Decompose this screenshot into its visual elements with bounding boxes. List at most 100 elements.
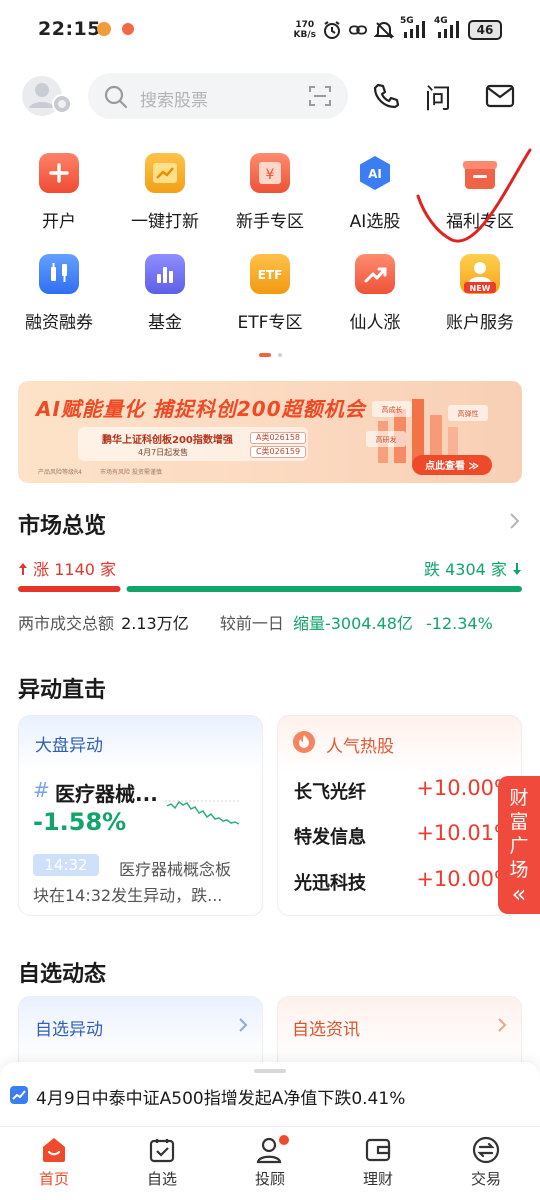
tab-label: 首页 [38,1170,69,1188]
banner-fund-box: 鹏华上证科创板200指数增强 4月7日起发售 A类026158 C类026159 [78,427,308,461]
banner-title: AI赋能量化 捕捉科创200超额机会 [36,397,366,421]
etf-icon: ETF [250,254,290,294]
side-tab-char: 广 [509,835,529,857]
fall-number: 4304 [445,560,486,579]
trade-icon [471,1135,501,1165]
quick-action-xianrenzhang[interactable]: 仙人涨 [321,254,429,344]
quick-action-fund[interactable]: 基金 [111,254,219,344]
sector-change: -1.58% [33,808,127,836]
alarm-icon [322,20,342,40]
quick-action-account-service[interactable]: NEW 账户服务 [426,254,534,344]
news-ticker-sheet[interactable]: 4月9日中泰中证A500指增发起A净值下跌0.41% [0,1062,540,1126]
quick-action-label: 福利专区 [446,212,514,232]
account-icon: NEW [460,254,500,294]
search-bar[interactable]: 搜索股票 [88,73,348,119]
hot-stock-name: 特发信息 [294,827,366,848]
notification-dot [279,1135,289,1145]
hot-stock-row[interactable]: 特发信息 +10.01% [294,821,514,848]
alert-desc-line-2: 块在14:32发生异动，跌... [33,886,223,905]
weibo-notification-icon [97,22,111,36]
quick-action-label: AI选股 [349,212,401,232]
hot-stock-row[interactable]: 长飞光纤 +10.00% [294,776,514,803]
side-tab-char: 场 [509,859,529,881]
wealth-square-tab[interactable]: 财 富 广 场 « [498,776,540,914]
watchlist-title: 自选动态 [18,962,107,987]
turnover-label: 两市成交总额 [18,614,115,633]
trend-icon [10,1086,28,1108]
side-tab-char: 财 [509,787,529,809]
svg-text:ETF: ETF [258,268,283,282]
arrow-up-icon [19,563,27,575]
quick-action-open-account[interactable]: 开户 [5,153,113,243]
status-right: 170 KB/s 5G 4G 46 [294,14,502,46]
tab-label: 投顾 [254,1170,285,1188]
help-icon[interactable]: 问 [422,80,454,115]
chevron-right-icon [497,1017,507,1037]
rise-fall-ratio-bar [18,586,522,592]
gift-icon [460,153,500,193]
rise-bar [18,586,121,592]
tab-trade[interactable]: 交易 [432,1135,540,1189]
signal-4g-label: 4G [434,16,448,26]
alerts-title: 异动直击 [18,678,107,703]
scan-icon[interactable] [308,84,332,112]
alert-time-badge: 14:32 [33,854,99,876]
margin-icon [39,254,79,294]
rise-icon [355,254,395,294]
avatar[interactable] [20,74,72,118]
wealth-icon [363,1135,393,1165]
quick-action-label: 融资融券 [25,313,93,333]
turnover-stats: 两市成交总额 2.13万亿 较前一日 缩量-3004.48亿 -12.34% [18,610,522,634]
mail-icon[interactable] [484,80,516,112]
quick-action-beginner[interactable]: ¥ 新手专区 [216,153,324,243]
side-tab-char: 富 [509,811,529,833]
quick-action-label: 基金 [148,313,182,333]
quick-action-label: 账户服务 [446,313,514,333]
fall-bar [126,586,522,592]
chevron-right-icon [238,1017,248,1037]
hot-stock-row[interactable]: 光迅科技 +10.00% [294,867,514,894]
quick-action-ipo[interactable]: 一键打新 [111,153,219,243]
quick-action-margin[interactable]: 融资融券 [5,254,113,344]
tab-advisor[interactable]: 投顾 [216,1135,324,1189]
signal-5g-label: 5G [400,16,414,26]
app-notification-icon [122,23,134,35]
svg-text:高成长: 高成长 [382,405,403,414]
mute-icon [374,20,394,40]
arrow-down-icon [513,563,521,575]
page-indicator [259,353,283,372]
quick-action-welfare[interactable]: 福利专区 [426,153,534,243]
tab-label: 理财 [362,1170,393,1188]
status-time: 22:15 [38,18,101,40]
home-icon [39,1135,69,1165]
sheet-handle[interactable] [254,1069,286,1073]
rise-label: 涨 [33,560,50,579]
fall-label: 跌 [423,560,440,579]
market-alert-header: 大盘异动 [35,736,103,756]
tab-label: 交易 [470,1170,501,1188]
sector-sparkline [165,800,241,825]
tab-wealth[interactable]: 理财 [324,1135,432,1189]
banner-fund-date: 4月7日起发售 [138,448,189,457]
hot-stocks-card[interactable]: 人气热股 长飞光纤 +10.00% 特发信息 +10.01% 光迅科技 +10.… [277,715,522,916]
svg-text:AI: AI [368,167,382,181]
change-value: -3004.48亿 [324,614,413,633]
market-alert-card[interactable]: 大盘异动 # 医疗器械... -1.58% 14:32 医疗器械概念板 块在14… [18,715,263,916]
svg-text:¥: ¥ [266,167,275,183]
search-icon [104,85,128,113]
net-speed-unit: KB/s [293,30,316,40]
chevron-right-icon[interactable] [508,512,520,534]
advisor-icon [255,1135,289,1165]
page-indicator-dot [278,353,283,357]
promo-banner[interactable]: AI赋能量化 捕捉科创200超额机会 鹏华上证科创板200指数增强 4月7日起发… [18,381,522,483]
quick-action-etf[interactable]: ETF ETF专区 [216,254,324,344]
signal-5g-icon: 5G [400,16,428,40]
phone-icon[interactable] [370,80,402,112]
banner-class-c: C类026159 [250,446,306,458]
tab-watchlist[interactable]: 自选 [108,1135,216,1189]
fire-icon [292,730,316,758]
change-label: 缩量 [292,614,325,633]
double-chevron-left-icon: « [511,880,527,908]
quick-action-ai-stock[interactable]: AI AI选股 [321,153,429,243]
tab-home[interactable]: 首页 [0,1135,108,1189]
